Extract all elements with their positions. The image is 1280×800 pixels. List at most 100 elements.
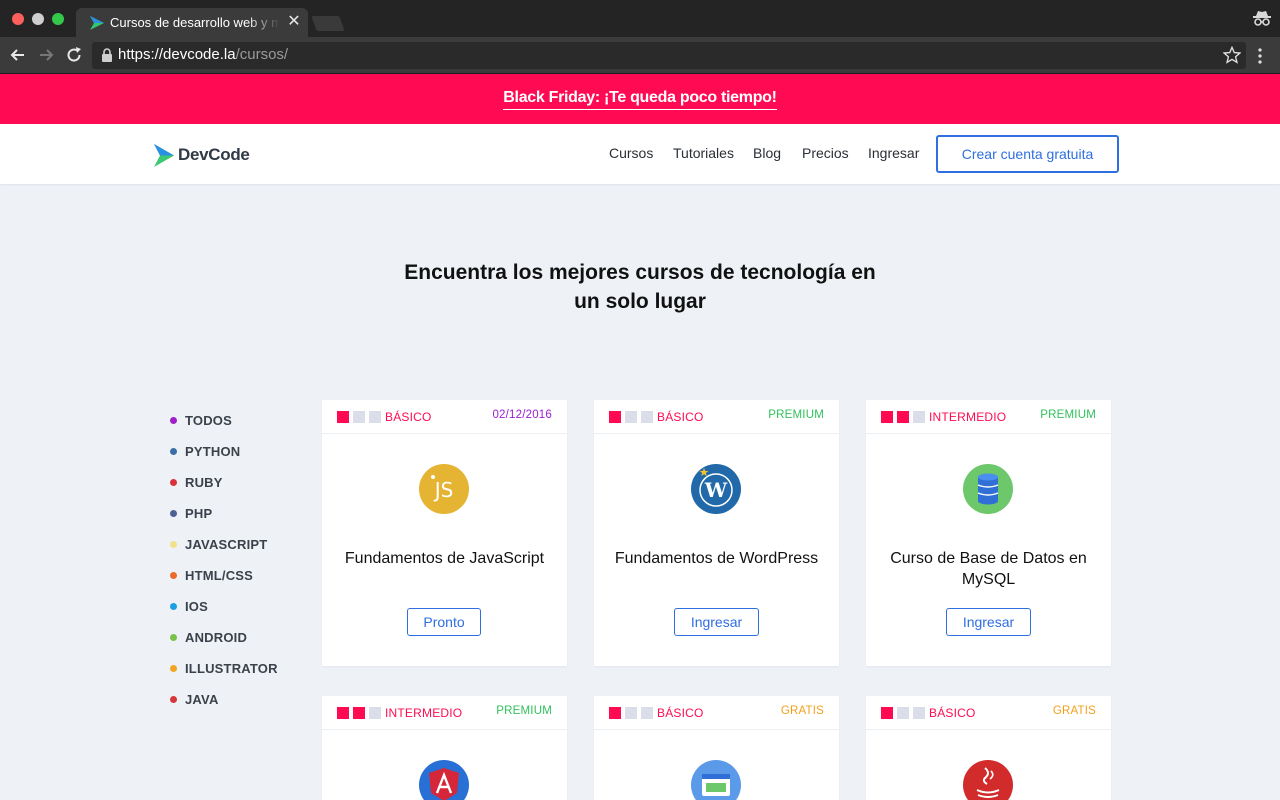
- level-bar: [641, 411, 653, 423]
- devcode-logo-icon: [154, 143, 174, 167]
- new-tab-button[interactable]: [311, 16, 345, 31]
- nav-cursos[interactable]: Cursos: [609, 145, 653, 161]
- devcode-logo[interactable]: DevCode: [154, 143, 250, 167]
- category-label: IOS: [185, 599, 208, 614]
- card-header: BÁSICO PREMIUM: [594, 400, 839, 434]
- course-card[interactable]: BÁSICO GRATIS: [594, 696, 839, 800]
- level-bar: [369, 411, 381, 423]
- create-account-button[interactable]: Crear cuenta gratuita: [936, 135, 1119, 173]
- category-label: HTML/CSS: [185, 568, 254, 583]
- nav-precios[interactable]: Precios: [802, 145, 849, 161]
- level-label: BÁSICO: [385, 410, 432, 424]
- card-header: BÁSICO 02/12/2016: [322, 400, 567, 434]
- level-bar: [913, 411, 925, 423]
- favicon-icon: [90, 16, 104, 30]
- tab-close-icon[interactable]: ✕: [286, 13, 302, 31]
- course-title: Fundamentos de JavaScript: [344, 550, 545, 567]
- back-arrow-icon[interactable]: [8, 45, 28, 65]
- category-dot: [170, 665, 177, 672]
- category-illustrator[interactable]: ILLUSTRATOR: [170, 653, 278, 684]
- page-title: Encuentra los mejores cursos de tecnolog…: [370, 258, 910, 316]
- logo-text: DevCode: [178, 145, 250, 164]
- category-html-css[interactable]: HTML/CSS: [170, 560, 278, 591]
- level-label: INTERMEDIO: [929, 410, 1007, 424]
- category-android[interactable]: ANDROID: [170, 622, 278, 653]
- category-label: TODOS: [185, 413, 232, 428]
- category-label: PYTHON: [185, 444, 241, 459]
- category-dot: [170, 479, 177, 486]
- category-dot: [170, 634, 177, 641]
- course-title: Curso de Base de Datos en MySQL: [890, 550, 1087, 588]
- level-bar: [897, 707, 909, 719]
- category-ruby[interactable]: RUBY: [170, 467, 278, 498]
- forward-arrow-icon[interactable]: [36, 45, 56, 65]
- category-dot: [170, 541, 177, 548]
- category-dot: [170, 510, 177, 517]
- category-dot: [170, 603, 177, 610]
- category-todos[interactable]: TODOS: [170, 405, 278, 436]
- close-window-button[interactable]: [12, 13, 24, 25]
- svg-text:W: W: [704, 478, 728, 502]
- level-label: BÁSICO: [657, 410, 704, 424]
- category-ios[interactable]: IOS: [170, 591, 278, 622]
- category-label: ILLUSTRATOR: [185, 661, 278, 676]
- level-bar: [881, 411, 893, 423]
- course-card[interactable]: BÁSICO PREMIUM W Fundamentos de WordPres…: [594, 400, 839, 666]
- promo-banner: Black Friday: ¡Te queda poco tiempo!: [0, 74, 1280, 124]
- category-label: RUBY: [185, 475, 223, 490]
- category-dot: [170, 572, 177, 579]
- java-icon: [963, 760, 1013, 800]
- level-label: BÁSICO: [929, 706, 976, 720]
- javascript-icon: JS: [419, 464, 469, 514]
- level-bar: [337, 707, 349, 719]
- category-label: PHP: [185, 506, 213, 521]
- lock-icon: [102, 48, 112, 62]
- card-header: INTERMEDIO PREMIUM: [866, 400, 1111, 434]
- category-python[interactable]: PYTHON: [170, 436, 278, 467]
- menu-icon[interactable]: [1256, 46, 1264, 66]
- level-bar: [625, 707, 637, 719]
- star-icon[interactable]: [1223, 46, 1241, 64]
- premium-badge: PREMIUM: [768, 409, 824, 421]
- category-dot: [170, 448, 177, 455]
- minimize-window-button[interactable]: [32, 13, 44, 25]
- nav-ingresar[interactable]: Ingresar: [868, 145, 919, 161]
- level-bar: [353, 411, 365, 423]
- category-java[interactable]: JAVA: [170, 684, 278, 715]
- tab-title: Cursos de desarrollo web y móviles: [110, 15, 280, 30]
- level-bar: [881, 707, 893, 719]
- course-card[interactable]: BÁSICO GRATIS: [866, 696, 1111, 800]
- card-header: INTERMEDIO PREMIUM: [322, 696, 567, 730]
- course-pronto-button[interactable]: Pronto: [407, 608, 481, 636]
- nav-blog[interactable]: Blog: [753, 145, 781, 161]
- level-bar: [353, 707, 365, 719]
- course-card[interactable]: INTERMEDIO PREMIUM Curso de Base de Dato…: [866, 400, 1111, 666]
- level-bar: [625, 411, 637, 423]
- course-ingresar-button[interactable]: Ingresar: [946, 608, 1031, 636]
- course-title: Fundamentos de WordPress: [614, 550, 819, 567]
- category-label: JAVASCRIPT: [185, 537, 268, 552]
- level-bar: [913, 707, 925, 719]
- category-dot: [170, 696, 177, 703]
- category-php[interactable]: PHP: [170, 498, 278, 529]
- course-card[interactable]: BÁSICO 02/12/2016 JS Fundamentos de Java…: [322, 400, 567, 666]
- category-label: ANDROID: [185, 630, 248, 645]
- page-title-line-2: un solo lugar: [574, 290, 706, 313]
- course-date: 02/12/2016: [492, 409, 552, 421]
- premium-badge: PREMIUM: [496, 705, 552, 717]
- promo-link[interactable]: Black Friday: ¡Te queda poco tiempo!: [503, 89, 777, 110]
- nav-tutoriales[interactable]: Tutoriales: [673, 145, 734, 161]
- page-title-line-1: Encuentra los mejores cursos de tecnolog…: [404, 261, 876, 284]
- reload-icon[interactable]: [64, 45, 84, 65]
- maximize-window-button[interactable]: [52, 13, 64, 25]
- course-card[interactable]: INTERMEDIO PREMIUM: [322, 696, 567, 800]
- category-javascript[interactable]: JAVASCRIPT: [170, 529, 278, 560]
- course-ingresar-button[interactable]: Ingresar: [674, 608, 759, 636]
- level-bar: [609, 411, 621, 423]
- browser-window-icon: [691, 760, 741, 800]
- url-path: /cursos/: [235, 46, 289, 63]
- level-label: INTERMEDIO: [385, 706, 463, 720]
- category-filter: TODOS PYTHON RUBY PHP JAVASCRIPT HTML/CS…: [170, 405, 278, 715]
- address-bar[interactable]: https://devcode.la/cursos/: [92, 42, 1246, 69]
- browser-tab[interactable]: Cursos de desarrollo web y móviles ✕: [76, 8, 308, 37]
